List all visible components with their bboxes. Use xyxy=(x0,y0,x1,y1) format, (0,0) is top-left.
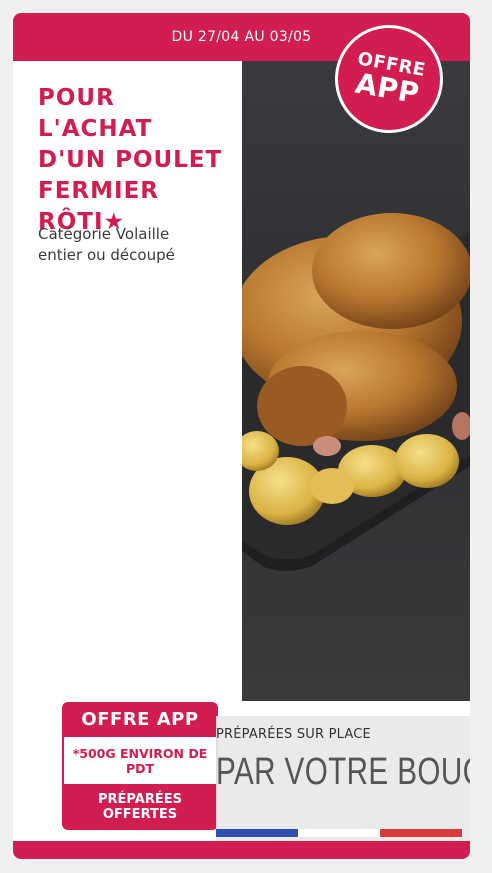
product-category: Catégorie Volaille entier ou découpé xyxy=(38,224,228,266)
offer-note: *500G ENVIRON DE PDT xyxy=(64,737,216,784)
category-line-1: Catégorie Volaille xyxy=(38,225,170,243)
promo-card[interactable]: DU 27/04 AU 03/05 POUR L'ACHAT D'UN POUL… xyxy=(13,13,470,859)
offer-note-line-1: *500G ENVIRON DE xyxy=(72,745,208,761)
date-range: DU 27/04 AU 03/05 xyxy=(171,29,312,45)
butcher-large-text: PAR VOTRE BOUCHER xyxy=(216,751,470,793)
butcher-small-text: PRÉPARÉES SUR PLACE xyxy=(216,727,371,742)
offer-gift: PRÉPARÉES OFFERTES xyxy=(62,784,218,830)
bottom-banner xyxy=(13,841,470,859)
flag-white xyxy=(298,829,380,837)
category-line-2: entier ou découpé xyxy=(38,246,175,264)
flag-red xyxy=(380,829,462,837)
app-offer-box: OFFRE APP *500G ENVIRON DE PDT PRÉPARÉES… xyxy=(62,702,218,830)
french-flag-stripe xyxy=(216,829,462,837)
app-offer-title: OFFRE APP xyxy=(81,709,199,730)
butcher-label: PRÉPARÉES SUR PLACE PAR VOTRE BOUCHER xyxy=(216,716,470,841)
offer-gift-line-2: OFFERTES xyxy=(102,807,178,822)
roast-chicken-illustration xyxy=(242,213,470,571)
flag-blue xyxy=(216,829,298,837)
badge-line-2: APP xyxy=(352,66,422,111)
title-line-2: D'UN POULET xyxy=(38,147,223,173)
title-line-3: FERMIER xyxy=(38,178,160,204)
roast-chicken-photo xyxy=(242,61,470,701)
title-line-1: POUR L'ACHAT xyxy=(38,85,153,142)
offer-gift-line-1: PRÉPARÉES xyxy=(98,792,182,807)
offer-title: POUR L'ACHAT D'UN POULET FERMIER RÔTI★ xyxy=(38,83,228,238)
offer-note-line-2: PDT xyxy=(125,760,155,776)
